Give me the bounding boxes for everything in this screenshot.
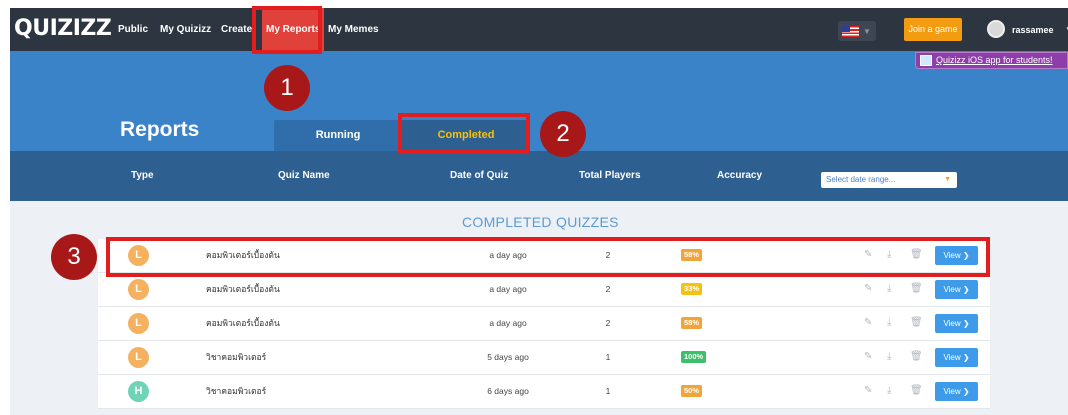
quiz-row[interactable]: L วิชาคอมพิวเตอร์ 5 days ago 1 100% ✎ ⤓ 🗑 View ❯ [98, 341, 990, 375]
reports-hero: Quizizz iOS app for students! Reports Ru… [10, 51, 1068, 151]
date-range-placeholder: Select date range... [826, 175, 896, 184]
trash-icon[interactable]: 🗑 [910, 350, 923, 364]
column-total-players: Total Players [579, 170, 641, 181]
highlight-box-3 [106, 237, 990, 277]
pencil-icon[interactable]: ✎ [864, 384, 872, 398]
tab-running[interactable]: Running [274, 120, 402, 151]
nav-link-public[interactable]: Public [118, 23, 148, 37]
quiz-name[interactable]: คอมพิวเตอร์เบื้องต้น [206, 317, 280, 330]
download-icon[interactable]: ⤓ [887, 350, 891, 364]
callout-1: 1 [264, 65, 310, 111]
nav-link-create[interactable]: Create [221, 23, 252, 37]
accuracy-badge: 100% [681, 351, 707, 363]
accuracy-badge: 58% [681, 317, 703, 329]
view-button[interactable]: View ❯ [935, 382, 978, 401]
column-accuracy: Accuracy [717, 170, 763, 181]
quiz-players: 1 [605, 386, 611, 396]
quiz-players: 2 [605, 284, 611, 294]
download-icon[interactable]: ⤓ [887, 282, 891, 296]
nav-link-my-quizizz[interactable]: My Quizizz [160, 23, 211, 37]
date-range-select[interactable]: Select date range... ▼ [821, 172, 957, 188]
trash-icon[interactable]: 🗑 [910, 282, 923, 296]
column-header-bar: Type Quiz Name Date of Quiz Total Player… [10, 151, 1068, 201]
quiz-players: 1 [605, 352, 611, 362]
quiz-date: a day ago [489, 318, 527, 328]
top-nav: QUIZIZZ Public My Quizizz Create My Repo… [10, 8, 1068, 51]
column-date: Date of Quiz [450, 170, 509, 181]
pencil-icon[interactable]: ✎ [864, 350, 872, 364]
quiz-type-avatar: L [128, 313, 149, 334]
ios-app-link[interactable]: Quizizz iOS app for students! [936, 55, 1053, 65]
quiz-name[interactable]: คอมพิวเตอร์เบื้องต้น [206, 283, 280, 296]
section-title: COMPLETED QUIZZES [462, 214, 619, 230]
quizizz-logo[interactable]: QUIZIZZ [14, 16, 112, 42]
completed-quizzes-panel: COMPLETED QUIZZES L คอมพิวเตอร์เบื้องต้น a… [10, 201, 1068, 415]
user-avatar[interactable] [987, 20, 1005, 38]
download-icon[interactable]: ⤓ [887, 316, 891, 330]
view-button[interactable]: View ❯ [935, 280, 978, 299]
quiz-type-avatar: H [128, 381, 149, 402]
quiz-players: 2 [605, 318, 611, 328]
accuracy-badge: 50% [681, 385, 703, 397]
quiz-date: a day ago [489, 284, 527, 294]
highlight-box-2 [398, 113, 530, 154]
trash-icon[interactable]: 🗑 [910, 384, 923, 398]
username-label[interactable]: rassamee [1012, 23, 1054, 37]
quiz-date: 6 days ago [487, 386, 529, 396]
highlight-box-1 [252, 6, 322, 54]
chevron-down-icon: ▼ [863, 27, 871, 36]
pencil-icon[interactable]: ✎ [864, 282, 872, 296]
callout-2: 2 [540, 111, 586, 157]
quiz-row[interactable]: L คอมพิวเตอร์เบื้องต้น a day ago 2 33% ✎ ⤓ 🗑 Vie… [98, 273, 990, 307]
chevron-down-icon: ▼ [944, 176, 951, 183]
accuracy-badge: 33% [681, 283, 703, 295]
image-icon [920, 55, 932, 66]
screenshot-frame: QUIZIZZ Public My Quizizz Create My Repo… [0, 0, 1068, 415]
join-game-button[interactable]: Join a game [904, 18, 962, 41]
view-button[interactable]: View ❯ [935, 314, 978, 333]
quiz-row[interactable]: H วิชาคอมพิวเตอร์ 6 days ago 1 50% ✎ ⤓ 🗑 View ❯ [98, 375, 990, 409]
quiz-type-avatar: L [128, 279, 149, 300]
quiz-row[interactable]: L คอมพิวเตอร์เบื้องต้น a day ago 2 58% ✎ ⤓ 🗑 Vie… [98, 307, 990, 341]
quiz-type-avatar: L [128, 347, 149, 368]
quiz-date: 5 days ago [487, 352, 529, 362]
quiz-name[interactable]: วิชาคอมพิวเตอร์ [206, 385, 266, 398]
quiz-name[interactable]: วิชาคอมพิวเตอร์ [206, 351, 266, 364]
page-title: Reports [120, 118, 200, 141]
column-quiz-name: Quiz Name [278, 170, 330, 181]
column-type: Type [131, 170, 154, 181]
trash-icon[interactable]: 🗑 [910, 316, 923, 330]
download-icon[interactable]: ⤓ [887, 384, 891, 398]
view-button[interactable]: View ❯ [935, 348, 978, 367]
pencil-icon[interactable]: ✎ [864, 316, 872, 330]
ios-app-banner[interactable]: Quizizz iOS app for students! [915, 52, 1068, 69]
us-flag-canton [842, 26, 850, 32]
nav-link-my-memes[interactable]: My Memes [328, 23, 379, 37]
callout-3: 3 [51, 234, 97, 280]
language-selector[interactable]: ▼ [838, 21, 876, 41]
